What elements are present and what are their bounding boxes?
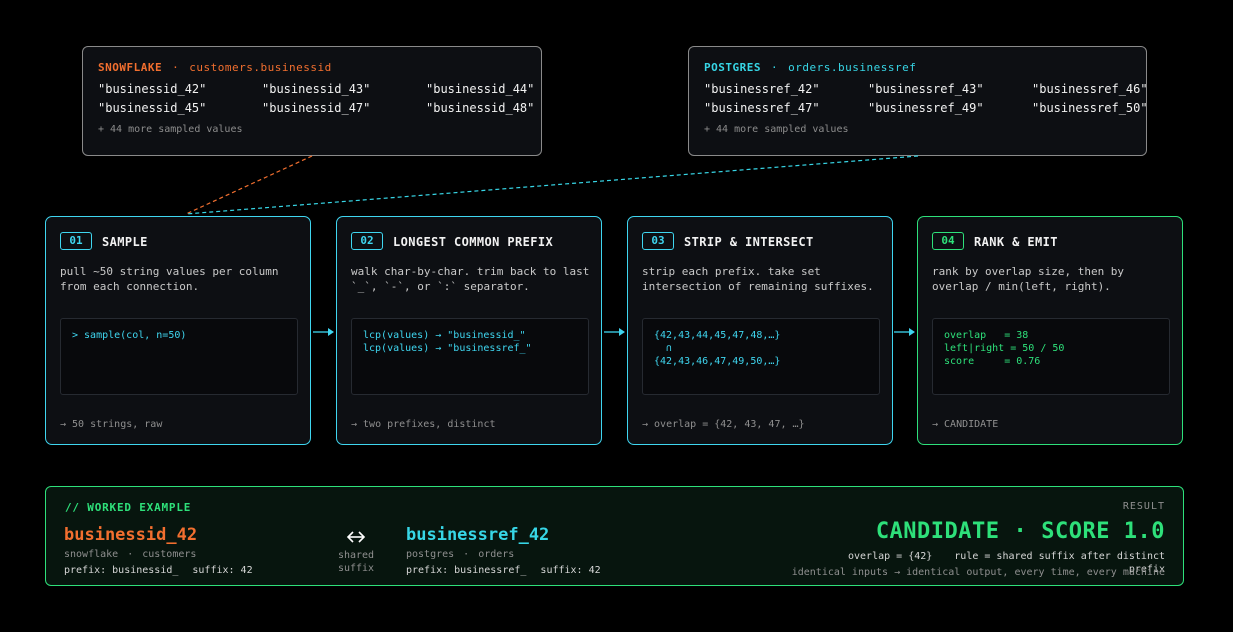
left-example: businessid_42 snowflake · customers prefix…	[64, 525, 253, 576]
shared-suffix-connector: shared suffix	[332, 529, 380, 575]
step-card-longest-common-prefix: 02 LONGEST COMMON PREFIX walk char-by-ch…	[336, 216, 602, 445]
right-example-parts: prefix: businessref_ suffix: 42	[406, 565, 601, 576]
left-example-parts: prefix: businessid_ suffix: 42	[64, 565, 253, 576]
step-title: LONGEST COMMON PREFIX	[393, 235, 554, 249]
sample-value: "businessref_43"	[868, 82, 984, 96]
separator-dot: ·	[127, 549, 134, 560]
step-card-strip-intersect: 03 STRIP & INTERSECT strip each prefix. …	[627, 216, 893, 445]
worked-example-label: // WORKED EXAMPLE	[65, 501, 192, 514]
left-example-id: businessid_42	[64, 525, 198, 545]
step-description: strip each prefix. take set intersection…	[642, 265, 874, 293]
bidirectional-arrow-icon	[346, 531, 366, 543]
step-card-rank-emit: 04 RANK & EMIT rank by overlap size, the…	[917, 216, 1183, 445]
result-label: RESULT	[1122, 501, 1165, 512]
separator-dot: ·	[463, 549, 470, 560]
step-number-badge: 04	[932, 232, 964, 250]
postgres-source-header: POSTGRES · orders.businessref	[704, 61, 1131, 74]
sample-value: "businessref_49"	[868, 101, 984, 115]
determinism-note: identical inputs → identical output, eve…	[791, 567, 1165, 578]
step-code-block: {42,43,44,45,47,48,…} ∩ {42,43,46,47,49,…	[642, 318, 880, 395]
snowflake-connector-line	[185, 155, 313, 215]
step-number-badge: 03	[642, 232, 674, 250]
more-values-note: + 44 more sampled values	[704, 124, 849, 135]
sample-value: "businessid_47"	[262, 101, 371, 115]
prefix-text: prefix: businessref_	[406, 565, 527, 576]
step-number-badge: 01	[60, 232, 92, 250]
suffix-text: suffix: 42	[540, 565, 601, 576]
snowflake-source-box: SNOWFLAKE · customers.businessid "business…	[82, 46, 542, 156]
sample-value: "businessid_43"	[262, 82, 371, 96]
separator-dot: ·	[172, 61, 180, 74]
sample-value: "businessref_50"	[1032, 101, 1147, 115]
step-output: → CANDIDATE	[932, 419, 999, 430]
source-db: postgres	[406, 549, 455, 560]
arrow-right-icon	[604, 328, 625, 336]
sampled-values-grid: "businessid_42" "businessid_43" "busines…	[98, 82, 534, 115]
left-example-source: snowflake · customers	[64, 549, 253, 560]
step-output: → two prefixes, distinct	[351, 419, 496, 430]
postgres-connector-line	[185, 155, 919, 215]
step-output: → overlap = {42, 43, 47, …}	[642, 419, 805, 430]
sampled-values-grid: "businessref_42" "businessref_43" "busin…	[704, 82, 1146, 115]
more-values-note: + 44 more sampled values	[98, 124, 243, 135]
sample-value: "businessid_48"	[426, 101, 535, 115]
right-example: businessref_42 postgres · orders prefix: b…	[406, 525, 601, 576]
arrow-right-icon	[894, 328, 915, 336]
score-text: SCORE 1.0	[1041, 519, 1165, 544]
overlap-text: overlap = {42}	[847, 551, 933, 562]
step-output: → 50 strings, raw	[60, 419, 163, 430]
right-example-source: postgres · orders	[406, 549, 601, 560]
source-db: snowflake	[64, 549, 119, 560]
suffix-text: suffix: 42	[192, 565, 253, 576]
separator-dot: ·	[770, 61, 779, 74]
prefix-text: prefix: businessid_	[64, 565, 179, 576]
step-code-block: > sample(col, n=50)	[60, 318, 298, 395]
source-column-name: orders.businessref	[788, 61, 917, 74]
sample-value: "businessref_42"	[704, 82, 820, 96]
sample-value: "businessid_44"	[426, 82, 535, 96]
source-table: customers	[142, 549, 197, 560]
step-code-block: lcp(values) → "businessid_" lcp(values) …	[351, 318, 589, 395]
source-db-name: SNOWFLAKE	[98, 61, 163, 74]
sample-value: "businessref_46"	[1032, 82, 1147, 96]
step-code-block: overlap = 38 left|right = 50 / 50 score …	[932, 318, 1170, 395]
step-number-badge: 02	[351, 232, 383, 250]
right-example-id: businessref_42	[406, 525, 550, 545]
sample-value: "businessid_42"	[98, 82, 207, 96]
source-table: orders	[478, 549, 515, 560]
postgres-source-box: POSTGRES · orders.businessref "businessref…	[688, 46, 1147, 156]
shared-suffix-label: shared suffix	[337, 550, 375, 574]
verdict-text: CANDIDATE	[875, 519, 1000, 544]
result-verdict: CANDIDATE · SCORE 1.0	[876, 519, 1165, 544]
snowflake-source-header: SNOWFLAKE · customers.businessid	[98, 61, 526, 74]
step-description: rank by overlap size, then by overlap / …	[932, 265, 1125, 293]
step-title: SAMPLE	[102, 235, 148, 249]
separator-dot: ·	[1013, 519, 1028, 544]
source-db-name: POSTGRES	[704, 61, 761, 74]
worked-example-panel: // WORKED EXAMPLE RESULT businessid_42 s…	[45, 486, 1184, 586]
sample-value: "businessid_45"	[98, 101, 207, 115]
step-card-sample: 01 SAMPLE pull ~50 string values per col…	[45, 216, 311, 445]
step-title: RANK & EMIT	[974, 235, 1058, 249]
step-title: STRIP & INTERSECT	[684, 235, 814, 249]
arrow-right-icon	[313, 328, 334, 336]
step-description: pull ~50 string values per column from e…	[60, 265, 279, 293]
sample-value: "businessref_47"	[704, 101, 820, 115]
source-column-name: customers.businessid	[189, 61, 332, 74]
step-description: walk char-by-char. trim back to last `_`…	[351, 265, 590, 293]
